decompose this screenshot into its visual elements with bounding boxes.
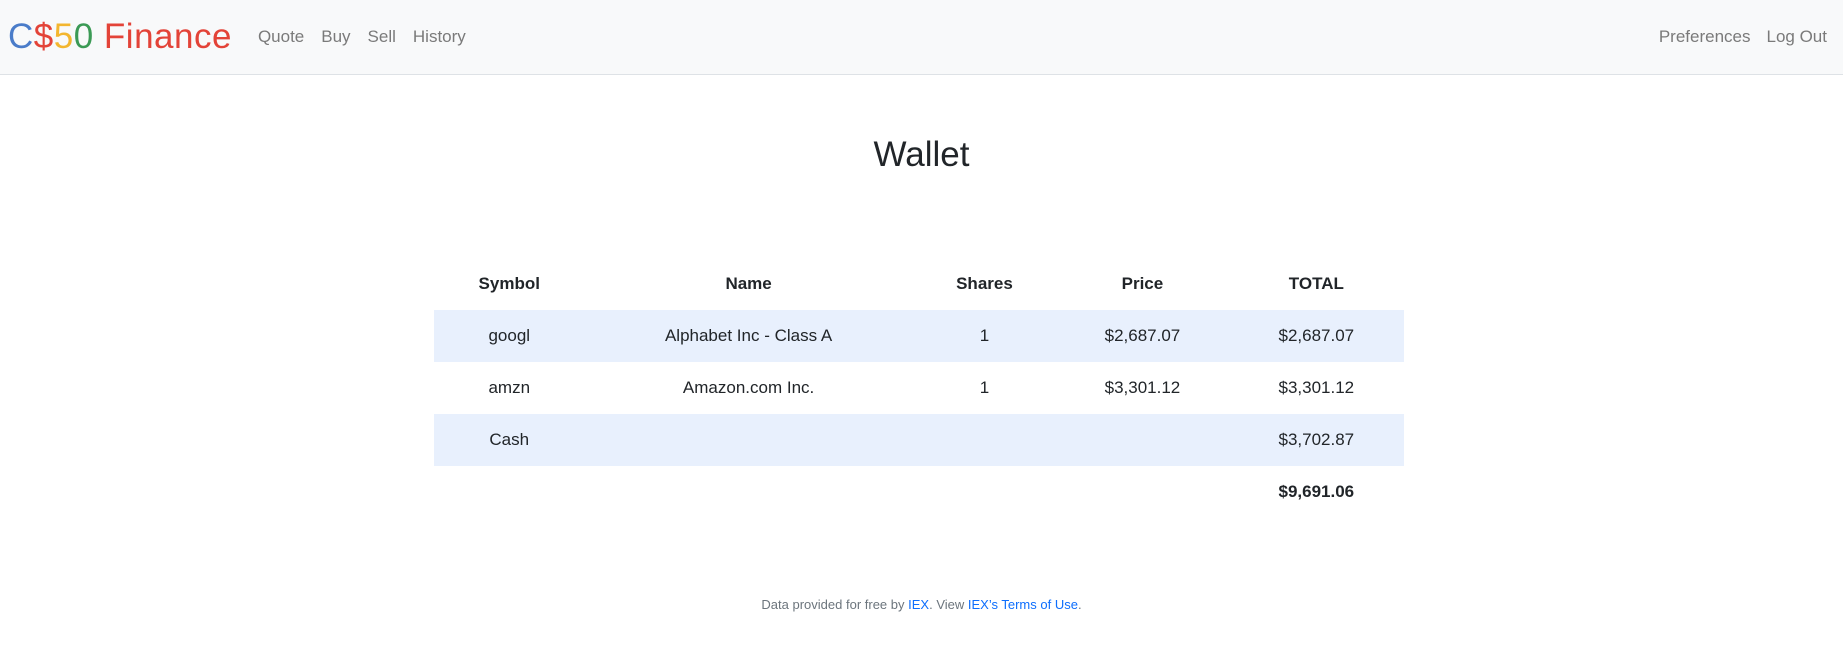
- empty-cell: [434, 466, 585, 518]
- column-header-shares: Shares: [956, 274, 1013, 293]
- column-header-symbol: Symbol: [478, 274, 540, 293]
- user-nav: Preferences Log Out: [1651, 27, 1835, 47]
- cell-shares: 1: [912, 310, 1057, 362]
- column-header-total: TOTAL: [1288, 274, 1344, 293]
- brand-letter: 5: [53, 17, 74, 56]
- empty-cell: [912, 414, 1057, 466]
- brand-letter: C: [8, 17, 34, 56]
- table-row: googl Alphabet Inc - Class A 1 $2,687.07…: [434, 310, 1404, 362]
- cell-price: $3,301.12: [1104, 378, 1181, 397]
- table-row: amzn Amazon.com Inc. 1 $3,301.12 $3,301.…: [434, 362, 1404, 414]
- cell-name: Alphabet Inc - Class A: [584, 310, 913, 362]
- navbar: C$50 Finance Quote Buy Sell History Pref…: [0, 0, 1843, 75]
- grand-total-row: $9,691.06: [434, 466, 1404, 518]
- iex-link[interactable]: IEX: [908, 597, 929, 612]
- brand-letter: 0: [73, 17, 94, 56]
- cash-row: Cash $3,702.87: [434, 414, 1404, 466]
- table-header-row: Symbol Name Shares Price TOTAL: [434, 258, 1404, 310]
- footer-middle: . View: [929, 597, 968, 612]
- main-nav: Quote Buy Sell History: [250, 27, 475, 47]
- nav-logout-link[interactable]: Log Out: [1759, 27, 1836, 46]
- empty-cell: [584, 414, 913, 466]
- brand-logo[interactable]: C$50 Finance: [8, 17, 232, 57]
- empty-cell: [1056, 466, 1228, 518]
- cell-total: $3,301.12: [1278, 378, 1355, 397]
- cell-total: $2,687.07: [1228, 310, 1404, 362]
- nav-sell-link[interactable]: Sell: [360, 27, 405, 46]
- grand-total: $9,691.06: [1278, 482, 1355, 501]
- cell-symbol: googl: [434, 310, 585, 362]
- nav-quote-link[interactable]: Quote: [250, 27, 313, 46]
- column-header-name: Name: [725, 274, 772, 293]
- column-header-price: Price: [1121, 274, 1164, 293]
- cell-name: Amazon.com Inc.: [682, 378, 815, 397]
- empty-cell: [1056, 414, 1229, 466]
- nav-history-link[interactable]: History: [405, 27, 475, 46]
- cell-symbol: amzn: [488, 378, 531, 397]
- cell-shares: 1: [979, 378, 990, 397]
- cash-total: $3,702.87: [1228, 414, 1404, 466]
- empty-cell: [585, 466, 913, 518]
- iex-terms-link[interactable]: IEX’s Terms of Use: [968, 597, 1078, 612]
- footer-prefix: Data provided for free by: [761, 597, 909, 612]
- brand-letter: $: [33, 17, 54, 56]
- empty-cell: [913, 466, 1057, 518]
- footer-suffix: .: [1077, 597, 1082, 612]
- page-title: Wallet: [873, 135, 970, 174]
- cell-price: $2,687.07: [1056, 310, 1229, 362]
- footer: Data provided for free by IEX. View IEX’…: [0, 597, 1843, 612]
- wallet-table: Symbol Name Shares Price TOTAL googl Alp…: [434, 258, 1404, 518]
- cash-label: Cash: [434, 414, 585, 466]
- brand-word: Finance: [93, 17, 232, 56]
- nav-preferences-link[interactable]: Preferences: [1651, 27, 1759, 46]
- nav-buy-link[interactable]: Buy: [313, 27, 359, 46]
